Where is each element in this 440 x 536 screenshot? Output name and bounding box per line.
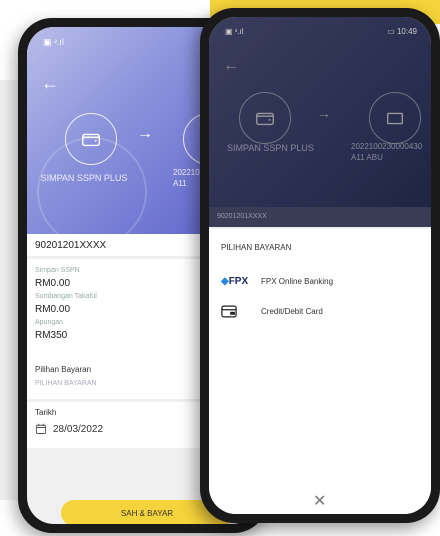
from-label: SIMPAN SSPN PLUS — [227, 143, 314, 153]
fpx-logo-icon: ◆FPX — [221, 275, 249, 287]
option-fpx[interactable]: ◆FPX FPX Online Banking — [221, 268, 419, 294]
from-label: SIMPAN SSPN PLUS — [40, 173, 128, 183]
to-label-line2: A11 ABU — [351, 153, 383, 162]
arrow-right-icon: → — [317, 105, 331, 121]
date-value: 28/03/2022 — [53, 423, 104, 435]
option-fpx-label: FPX Online Banking — [261, 276, 334, 286]
close-icon[interactable]: ✕ — [313, 491, 326, 511]
account-icon — [369, 92, 421, 144]
hero-banner-dimmed: ▣ ᵌ.ıl ▭ 10:49 ← → SIMPAN SSPN PLUS 2022… — [209, 17, 431, 227]
wallet-icon — [65, 113, 117, 165]
back-button[interactable]: ← — [223, 57, 239, 75]
option-card[interactable]: Credit/Debit Card — [221, 298, 419, 324]
status-bar: ▣ ᵌ.ıl — [43, 37, 64, 47]
screen-payment-method: ▣ ᵌ.ıl ▭ 10:49 ← → SIMPAN SSPN PLUS 2022… — [209, 17, 431, 514]
wallet-icon — [239, 92, 291, 144]
back-button[interactable]: ← — [41, 73, 59, 94]
to-label: 2022100230000430 A11 ABU — [351, 141, 431, 163]
phone-right: ▣ ᵌ.ıl ▭ 10:49 ← → SIMPAN SSPN PLUS 2022… — [200, 8, 440, 523]
sheet-title: PILIHAN BAYARAN — [221, 243, 292, 252]
status-time: ▭ 10:49 — [387, 27, 417, 36]
to-label-line1: 2022100230000430 — [351, 142, 423, 151]
calendar-icon — [36, 423, 46, 434]
arrow-right-icon: → — [137, 125, 153, 142]
option-card-label: Credit/Debit Card — [261, 306, 323, 316]
status-bar: ▣ ᵌ.ıl — [225, 27, 244, 36]
account-number: 90201201XXXX — [209, 207, 431, 227]
payment-method-sheet: PILIHAN BAYARAN ◆FPX FPX Online Banking … — [209, 229, 431, 514]
card-icon — [221, 305, 261, 318]
